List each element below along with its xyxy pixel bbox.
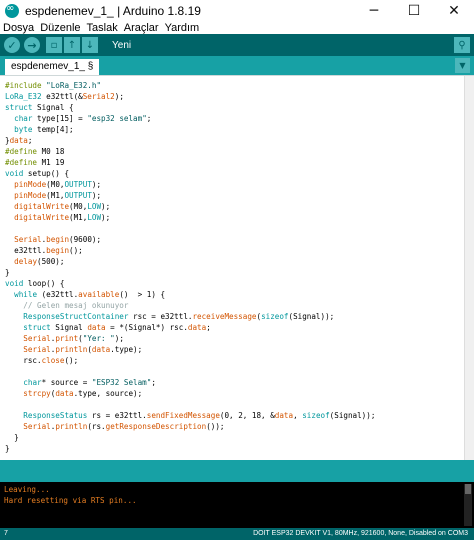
- close-button[interactable]: ✕: [434, 0, 474, 22]
- code-line[interactable]: void loop() {: [5, 278, 474, 289]
- code-line[interactable]: #define M1 19: [5, 157, 474, 168]
- code-line[interactable]: digitalWrite(M1,LOW);: [5, 212, 474, 223]
- code-line[interactable]: void setup() {: [5, 168, 474, 179]
- console-panel: Leaving... Hard resetting via RTS pin...: [0, 482, 474, 528]
- code-line[interactable]: while (e32ttl.available() > 1) {: [5, 289, 474, 300]
- code-line[interactable]: Serial.println(rs.getResponseDescription…: [5, 421, 474, 432]
- menu-yardim[interactable]: Yardım: [162, 22, 203, 34]
- arduino-logo-icon: [5, 3, 19, 18]
- menu-dosya[interactable]: Dosya: [0, 22, 37, 34]
- code-line[interactable]: delay(500);: [5, 256, 474, 267]
- code-line[interactable]: Serial.begin(9600);: [5, 234, 474, 245]
- window-controls: ─ ☐ ✕: [354, 0, 474, 22]
- code-line[interactable]: [5, 223, 474, 234]
- save-sketch-button[interactable]: ↓: [82, 37, 98, 53]
- code-line[interactable]: }: [5, 267, 474, 278]
- console-scrollbar-thumb[interactable]: [465, 484, 471, 494]
- minimize-button[interactable]: ─: [354, 0, 394, 22]
- code-line[interactable]: // Gelen mesaj okunuyor: [5, 300, 474, 311]
- code-line[interactable]: ResponseStatus rs = e32ttl.sendFixedMess…: [5, 410, 474, 421]
- code-line[interactable]: [5, 366, 474, 377]
- code-line[interactable]: pinMode(M1,OUTPUT);: [5, 190, 474, 201]
- status-bar: 7 DOIT ESP32 DEVKIT V1, 80MHz, 921600, N…: [0, 528, 474, 540]
- console-line: Hard resetting via RTS pin...: [4, 496, 137, 505]
- code-line[interactable]: char* source = "ESP32 Selam";: [5, 377, 474, 388]
- code-line[interactable]: digitalWrite(M0,LOW);: [5, 201, 474, 212]
- console-output: Leaving... Hard resetting via RTS pin...: [0, 482, 474, 506]
- menu-taslak[interactable]: Taslak: [84, 22, 121, 34]
- menu-araclar[interactable]: Araçlar: [121, 22, 162, 34]
- verify-button[interactable]: ✓: [4, 37, 20, 53]
- menu-duzenle[interactable]: Düzenle: [37, 22, 83, 34]
- code-line[interactable]: struct Signal {: [5, 102, 474, 113]
- code-line[interactable]: }: [5, 443, 474, 454]
- console-line: Leaving...: [4, 485, 50, 494]
- code-line[interactable]: ResponseStructContainer rsc = e32ttl.rec…: [5, 311, 474, 322]
- status-line-number: 7: [4, 530, 8, 537]
- code-line[interactable]: e32ttl.begin();: [5, 245, 474, 256]
- code-line[interactable]: [5, 399, 474, 410]
- code-text[interactable]: #include "LoRa_E32.h" LoRa_E32 e32ttl(&Se…: [0, 76, 474, 454]
- console-scrollbar[interactable]: [464, 484, 472, 526]
- open-sketch-button[interactable]: ↑: [64, 37, 80, 53]
- code-line[interactable]: Serial.println(data.type);: [5, 344, 474, 355]
- toolbar: ✓ → ▫ ↑ ↓ Yeni ⚲: [0, 34, 474, 56]
- code-editor[interactable]: #include "LoRa_E32.h" LoRa_E32 e32ttl(&Se…: [0, 75, 474, 461]
- window-title: espdenemev_1_ | Arduino 1.8.19: [25, 4, 201, 18]
- tab-espdenemev[interactable]: espdenemev_1_ §: [5, 59, 100, 75]
- status-board-info: DOIT ESP32 DEVKIT V1, 80MHz, 921600, Non…: [253, 530, 468, 537]
- title-bar: espdenemev_1_ | Arduino 1.8.19 ─ ☐ ✕: [0, 0, 474, 22]
- code-line[interactable]: pinMode(M0,OUTPUT);: [5, 179, 474, 190]
- maximize-button[interactable]: ☐: [394, 0, 434, 22]
- code-line[interactable]: Serial.print("Yer: ");: [5, 333, 474, 344]
- code-line[interactable]: }: [5, 432, 474, 443]
- code-line[interactable]: #define M0 18: [5, 146, 474, 157]
- code-line[interactable]: LoRa_E32 e32ttl(&Serial2);: [5, 91, 474, 102]
- code-line[interactable]: byte temp[4];: [5, 124, 474, 135]
- code-line[interactable]: #include "LoRa_E32.h": [5, 80, 474, 91]
- toolbar-hover-label: Yeni: [112, 39, 132, 51]
- serial-monitor-button[interactable]: ⚲: [454, 37, 470, 53]
- new-sketch-button[interactable]: ▫: [46, 37, 62, 53]
- code-line[interactable]: struct Signal data = *(Signal*) rsc.data…: [5, 322, 474, 333]
- code-line[interactable]: rsc.close();: [5, 355, 474, 366]
- menu-bar: Dosya Düzenle Taslak Araçlar Yardım: [0, 22, 474, 34]
- code-line[interactable]: strcpy(data.type, source);: [5, 388, 474, 399]
- editor-vertical-scrollbar[interactable]: [464, 76, 474, 461]
- tab-bar: espdenemev_1_ § ▼: [0, 56, 474, 75]
- code-line[interactable]: char type[15] = "esp32 selam";: [5, 113, 474, 124]
- code-line[interactable]: }data;: [5, 135, 474, 146]
- tab-menu-button[interactable]: ▼: [455, 58, 470, 73]
- upload-button[interactable]: →: [24, 37, 40, 53]
- editor-console-divider[interactable]: [0, 460, 474, 482]
